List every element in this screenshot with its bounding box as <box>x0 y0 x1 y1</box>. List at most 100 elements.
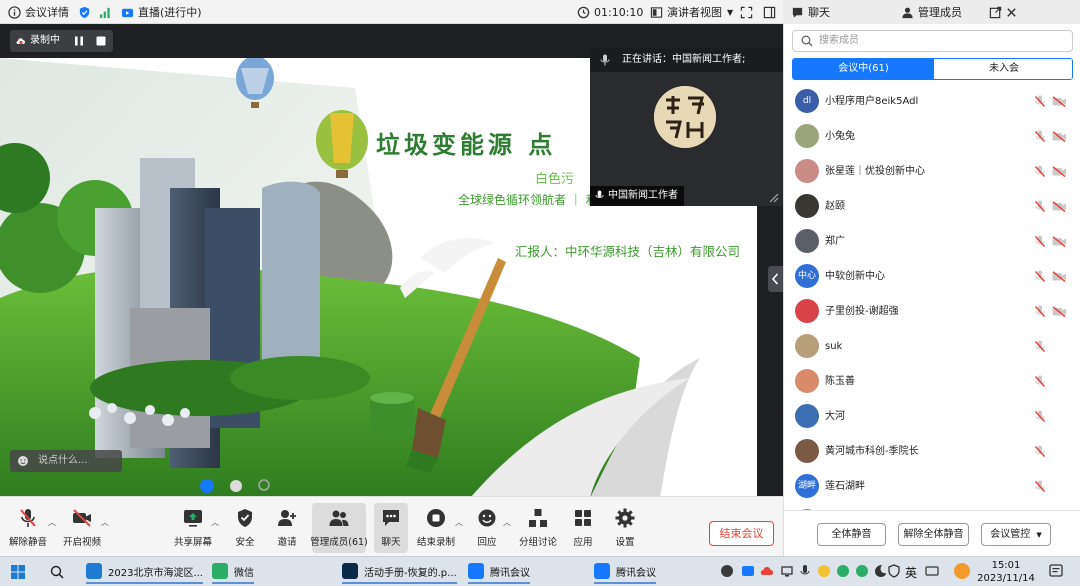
camera-off-icon[interactable] <box>1052 131 1067 142</box>
camera-off-icon[interactable] <box>1052 236 1067 247</box>
start-button[interactable] <box>10 560 26 584</box>
unmute-button[interactable]: 解除静音 <box>6 503 50 553</box>
mic-muted-icon[interactable] <box>1034 270 1046 283</box>
settings-button[interactable]: 设置 <box>608 503 642 553</box>
tray-network-icon[interactable] <box>780 564 794 578</box>
mic-muted-icon[interactable] <box>1034 235 1046 248</box>
breakout-button[interactable]: 分组讨论 <box>516 503 560 553</box>
chevron-up-icon[interactable]: ︿ <box>101 517 109 528</box>
camera-off-icon[interactable] <box>1052 96 1067 107</box>
tray-mic-icon[interactable] <box>798 564 812 578</box>
mic-muted-icon[interactable] <box>1034 410 1046 423</box>
taskbar-app-button[interactable]: 2023北京市海淀区... <box>86 560 203 584</box>
taskbar-app-button[interactable]: 微信 <box>212 560 254 584</box>
end-meeting-button[interactable]: 结束会议 <box>709 521 774 546</box>
member-row[interactable]: 张星莲｜优投创新中心 <box>784 154 1080 189</box>
pause-icon[interactable] <box>73 35 85 47</box>
member-row[interactable]: 赵颐 <box>784 189 1080 224</box>
tray-security-icon[interactable] <box>887 564 901 578</box>
camera-off-icon[interactable] <box>1052 166 1067 177</box>
share-screen-button[interactable]: 共享屏幕 <box>171 503 215 553</box>
tray-input-icon[interactable] <box>836 564 850 578</box>
ime-indicator[interactable]: 英 <box>905 560 917 584</box>
mute-all-button[interactable]: 全体静音 <box>817 523 886 546</box>
start-video-button[interactable]: 开启视频 <box>60 503 104 553</box>
annotation-icon[interactable] <box>200 479 214 493</box>
pinwheel-icon[interactable] <box>230 480 242 492</box>
tray-meeting-icon[interactable] <box>741 564 755 578</box>
member-row[interactable]: 郑广 <box>784 224 1080 259</box>
unmute-all-button[interactable]: 解除全体静音 <box>898 523 969 546</box>
reactions-button[interactable]: 回应 <box>470 503 504 553</box>
mic-muted-icon[interactable] <box>1034 340 1046 353</box>
member-row[interactable]: 小兔兔 <box>784 119 1080 154</box>
mic-muted-icon[interactable] <box>1034 95 1046 108</box>
stop-icon[interactable] <box>95 35 107 47</box>
member-row[interactable]: 子里创投-谢超强 <box>784 294 1080 329</box>
member-list[interactable]: dl 小程序用户8eik5Adl 小兔兔 张星莲｜优投创新中心 赵颐 郑广 中心 中软创新中心… <box>784 84 1080 510</box>
camera-off-icon[interactable] <box>1052 306 1067 317</box>
member-row[interactable]: 湖畔 莲石湖畔 <box>784 469 1080 504</box>
tab-chat[interactable]: 聊天 <box>791 0 830 24</box>
resize-handle-icon[interactable] <box>769 193 779 203</box>
end-recording-button[interactable]: 结束录制 <box>414 503 458 553</box>
tray-emoji-icon[interactable] <box>817 564 831 578</box>
security-status[interactable] <box>78 0 95 24</box>
emoji-icon[interactable] <box>17 455 29 467</box>
chevron-up-icon[interactable]: ︿ <box>211 517 219 528</box>
mic-muted-icon[interactable] <box>1034 200 1046 213</box>
taskbar-app-button[interactable]: 腾讯会议 <box>468 560 530 584</box>
chevron-up-icon[interactable]: ︿ <box>48 517 56 528</box>
chevron-up-icon[interactable]: ︿ <box>455 517 463 528</box>
mic-muted-icon[interactable] <box>1034 130 1046 143</box>
taskbar-search-button[interactable] <box>50 560 64 584</box>
comment-input[interactable]: 说点什么... <box>10 450 122 472</box>
mic-muted-icon[interactable] <box>1034 165 1046 178</box>
speaker-tile[interactable]: 正在讲话：中国新闻工作者; 中国新闻工作者 <box>590 48 783 206</box>
popout-button[interactable] <box>989 0 1006 24</box>
mic-muted-icon[interactable] <box>1034 375 1046 388</box>
tray-badge-icon[interactable] <box>953 562 971 580</box>
security-button[interactable]: 安全 <box>228 503 262 553</box>
network-status[interactable] <box>99 0 116 24</box>
mic-muted-icon[interactable] <box>1034 480 1046 493</box>
search-input[interactable]: 搜索成员 <box>792 30 1073 52</box>
apps-button[interactable]: 应用 <box>566 503 600 553</box>
member-row[interactable]: dl 小程序用户8eik5Adl <box>784 84 1080 119</box>
tray-moon-icon[interactable] <box>873 564 887 578</box>
member-row[interactable]: 大河 <box>784 399 1080 434</box>
member-row[interactable]: 黄河城市科创-季院长 <box>784 434 1080 469</box>
system-clock[interactable]: 15:01 2023/11/14 <box>975 559 1037 585</box>
camera-off-icon[interactable] <box>1052 201 1067 212</box>
member-row[interactable]: 陈玉善 <box>784 364 1080 399</box>
notification-icon[interactable] <box>1048 563 1064 579</box>
chevron-up-icon[interactable]: ︿ <box>503 517 511 528</box>
share-screen-icon <box>184 510 202 527</box>
member-row[interactable]: 中心 中软创新中心 <box>784 259 1080 294</box>
member-row[interactable]: suk <box>784 329 1080 364</box>
meeting-control-button[interactable]: 会议管控 ▼ <box>981 523 1051 546</box>
tab-not-joined[interactable]: 未入会 <box>934 59 1072 79</box>
close-panel-button[interactable] <box>1005 0 1022 24</box>
camera-off-icon[interactable] <box>1052 271 1067 282</box>
live-status[interactable]: 直播(进行中) <box>121 0 202 24</box>
view-mode-dropdown[interactable]: 演讲者视图 ▼ <box>650 0 733 24</box>
collapse-panel-button[interactable] <box>768 266 783 292</box>
tray-cloud-icon[interactable] <box>760 564 774 578</box>
chat-button[interactable]: 聊天 <box>374 503 408 553</box>
mic-muted-icon[interactable] <box>1034 445 1046 458</box>
tray-wechat-icon[interactable] <box>855 564 869 578</box>
invite-button[interactable]: 邀请 <box>270 503 304 553</box>
tab-in-meeting[interactable]: 会议中(61) <box>793 59 934 79</box>
taskbar-app-button[interactable]: 腾讯会议 <box>594 560 656 584</box>
sidebar-toggle-button[interactable] <box>763 0 780 24</box>
mic-muted-icon[interactable] <box>1034 305 1046 318</box>
manage-members-button[interactable]: 管理成员(61) <box>310 503 368 553</box>
taskbar-app-button[interactable]: 活动手册-恢复的.p... <box>342 560 457 584</box>
meeting-info-button[interactable]: 会议详情 <box>8 0 69 24</box>
tray-keyboard-icon[interactable] <box>925 564 939 578</box>
tab-members[interactable]: 管理成员 <box>901 0 962 24</box>
members-icon <box>329 510 349 526</box>
tray-app-icon[interactable] <box>720 564 734 578</box>
fullscreen-button[interactable] <box>740 0 757 24</box>
